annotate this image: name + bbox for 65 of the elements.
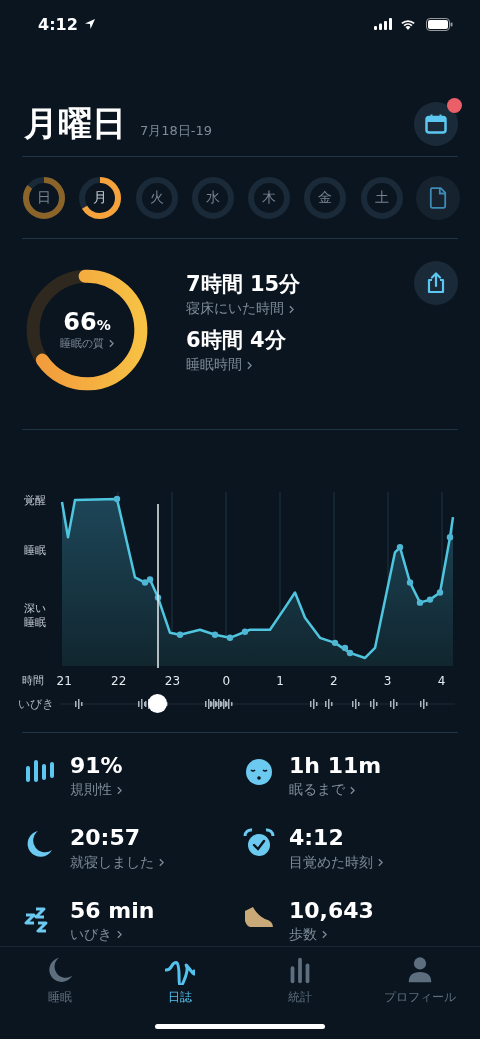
metric-value: 6時間 4分: [186, 327, 286, 354]
tab[interactable]: プロフィール: [365, 955, 475, 1006]
chevron-icon: [159, 858, 164, 868]
chevron-icon: [289, 304, 294, 314]
day-tab[interactable]: 金: [303, 176, 348, 220]
stage-label: 覚醒: [24, 494, 47, 508]
share-icon: [426, 272, 446, 294]
stat-link[interactable]: 目覚めた時刻: [289, 853, 383, 872]
hour-label: 4: [437, 673, 446, 688]
share-button[interactable]: [414, 261, 458, 305]
stat-value: 10,643: [289, 897, 374, 923]
hour-label: 2: [330, 673, 338, 688]
stat-link[interactable]: 規則性: [70, 781, 122, 800]
stage-label: 深い睡眠: [24, 602, 47, 630]
metric-link[interactable]: 睡眠時間: [186, 356, 252, 374]
report-button[interactable]: [415, 176, 460, 220]
day-tab[interactable]: 火: [134, 176, 179, 220]
calendar-icon: [425, 114, 447, 134]
tab[interactable]: 睡眠: [5, 955, 115, 1006]
hour-label: 0: [222, 673, 231, 688]
day-tab[interactable]: 日: [22, 176, 66, 220]
chevron-icon: [117, 930, 122, 940]
axis-title: 時間: [21, 673, 45, 688]
stat-value: 56 min: [70, 897, 155, 923]
quality-value: 66%: [63, 309, 111, 336]
stat-link[interactable]: 歩数: [289, 925, 327, 944]
chevron-icon: [109, 338, 114, 348]
hour-label: 23: [164, 673, 181, 688]
quality-link[interactable]: 睡眠の質: [60, 335, 114, 351]
metric-link[interactable]: 寝床にいた時間: [186, 300, 294, 318]
stat-value: 1h 11m: [289, 753, 382, 779]
tab[interactable]: 日誌: [125, 955, 235, 1006]
snore-label: いびき: [17, 695, 55, 713]
hour-label: 21: [56, 673, 72, 688]
chevron-icon: [378, 858, 383, 868]
day-tab[interactable]: 月: [78, 176, 123, 220]
day-tab[interactable]: 木: [247, 176, 292, 220]
hour-label: 3: [383, 673, 392, 688]
stage-label: 睡眠: [24, 544, 47, 558]
stat-link[interactable]: 就寝しました: [70, 853, 164, 872]
day-tab[interactable]: 土: [359, 176, 404, 220]
hour-label: 1: [276, 673, 284, 688]
chevron-icon: [322, 930, 327, 940]
status-time: 4:12: [38, 14, 78, 34]
wifi-icon: [400, 18, 416, 30]
chevron-icon: [350, 785, 355, 795]
sleepy-face-icon: [243, 756, 275, 788]
document-icon: [428, 187, 447, 209]
day-title: 月曜日: [24, 102, 126, 145]
tab[interactable]: 統計: [245, 955, 355, 1006]
stat-value: 91%: [70, 753, 123, 779]
stat-link[interactable]: 眠るまで: [289, 781, 355, 800]
metric-value: 7時間 15分: [186, 271, 301, 298]
location-arrow-icon: [83, 18, 96, 30]
day-tab[interactable]: 水: [190, 176, 235, 220]
stat-value: 20:57: [70, 825, 141, 851]
stat-value: 4:12: [289, 825, 344, 851]
signal-icon: [374, 18, 392, 30]
stat-link[interactable]: いびき: [70, 925, 122, 944]
battery-icon: [426, 17, 453, 31]
chevron-icon: [247, 360, 252, 370]
chevron-icon: [117, 785, 122, 795]
date-range: 7月18日-19: [140, 122, 213, 140]
scrubber-handle[interactable]: [148, 694, 167, 713]
hour-label: 22: [111, 673, 127, 688]
